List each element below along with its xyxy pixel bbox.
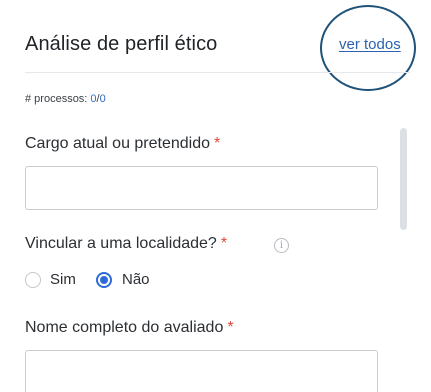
required-asterisk: *	[214, 135, 221, 152]
required-asterisk: *	[227, 319, 234, 336]
radio-sim[interactable]	[25, 272, 41, 288]
radio-nao-label[interactable]: Não	[122, 271, 150, 288]
required-asterisk: *	[220, 235, 228, 252]
position-label-text: Cargo atual ou pretendido	[25, 135, 211, 152]
process-counter: # processos: 0/0	[25, 93, 106, 105]
process-counter-total: 0	[99, 93, 106, 105]
page-title: Análise de perfil ético	[25, 33, 218, 55]
name-input[interactable]	[25, 350, 378, 392]
radio-nao[interactable]	[96, 272, 112, 288]
position-field-label: Cargo atual ou pretendido *	[25, 135, 220, 153]
location-question-label: Vincular a uma localidade? *	[25, 235, 227, 253]
process-counter-label: # processos:	[25, 93, 91, 105]
header-divider	[25, 72, 410, 73]
position-input[interactable]	[25, 166, 378, 210]
name-label-text: Nome completo do avaliado	[25, 319, 224, 336]
info-icon[interactable]: i	[274, 238, 289, 253]
radio-sim-label[interactable]: Sim	[50, 271, 76, 288]
highlight-circle-annotation	[320, 5, 416, 91]
location-question-text: Vincular a uma localidade?	[25, 235, 217, 252]
profile-analysis-panel: Análise de perfil ético ver todos # proc…	[0, 0, 431, 392]
scrollbar-thumb[interactable]	[400, 128, 407, 230]
name-field-label: Nome completo do avaliado *	[25, 319, 234, 337]
